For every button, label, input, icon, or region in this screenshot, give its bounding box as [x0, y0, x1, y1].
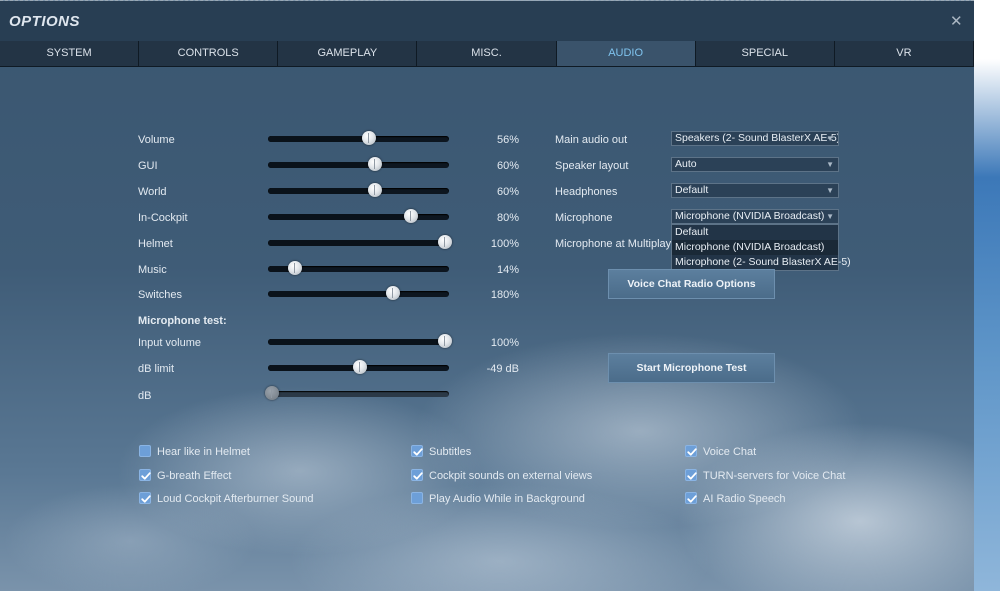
music-value: 14%: [496, 264, 519, 276]
gui-label: GUI: [138, 160, 158, 172]
tab-controls[interactable]: CONTROLS: [139, 41, 279, 66]
hear-like-in-helmet-label: Hear like in Helmet: [157, 446, 250, 458]
voice-chat-checkbox[interactable]: [685, 445, 697, 457]
mic-option-nvidia-broadcast[interactable]: Microphone (NVIDIA Broadcast): [672, 240, 838, 255]
helmet-slider-handle[interactable]: [438, 235, 453, 249]
switches-value: 180%: [490, 289, 519, 301]
turn-servers-label: TURN-servers for Voice Chat: [703, 470, 846, 482]
in-cockpit-value: 80%: [496, 212, 519, 224]
tab-system[interactable]: SYSTEM: [0, 41, 140, 66]
subtitles-checkbox[interactable]: [411, 445, 423, 457]
helmet-value: 100%: [490, 238, 519, 250]
hear-like-in-helmet-checkbox[interactable]: [139, 445, 151, 457]
cockpit-sounds-external-label: Cockpit sounds on external views: [429, 470, 593, 482]
db-meter-indicator: [264, 386, 279, 400]
in-cockpit-slider[interactable]: [268, 209, 449, 223]
options-window: OPTIONS ✕ SYSTEM CONTROLS GAMEPLAY MISC.…: [0, 0, 974, 591]
cockpit-sounds-external-checkbox[interactable]: [411, 469, 423, 481]
input-volume-slider[interactable]: [268, 334, 453, 348]
music-slider[interactable]: [268, 261, 449, 275]
voice-chat-radio-options-button[interactable]: Voice Chat Radio Options: [608, 269, 775, 299]
world-label: World: [138, 186, 167, 198]
play-audio-background-checkbox[interactable]: [411, 492, 423, 504]
play-audio-background-label: Play Audio While in Background: [429, 493, 585, 505]
switches-slider-handle[interactable]: [385, 286, 400, 300]
title-bar: OPTIONS ✕: [0, 1, 974, 41]
close-icon[interactable]: ✕: [950, 12, 963, 30]
background-desktop-strip: [974, 0, 1000, 591]
music-label: Music: [138, 264, 167, 276]
mic-test-heading: Microphone test:: [138, 315, 227, 327]
gui-slider[interactable]: [268, 157, 449, 171]
g-breath-effect-label: G-breath Effect: [157, 470, 232, 482]
microphone-multiplayer-label: Microphone at Multiplayer: [555, 238, 681, 250]
switches-label: Switches: [138, 289, 183, 301]
gui-value: 60%: [496, 160, 519, 172]
world-slider-handle[interactable]: [367, 183, 382, 197]
ai-radio-speech-label: AI Radio Speech: [703, 493, 786, 505]
chevron-down-icon: ▼: [826, 160, 834, 169]
db-meter: [264, 386, 449, 400]
mic-option-soundblaster[interactable]: Microphone (2- Sound BlasterX AE-5): [672, 255, 851, 270]
music-slider-handle[interactable]: [288, 261, 303, 275]
tab-bar: SYSTEM CONTROLS GAMEPLAY MISC. AUDIO SPE…: [0, 41, 974, 67]
db-limit-label: dB limit: [138, 363, 175, 375]
microphone-value: Microphone (NVIDIA Broadcast): [675, 210, 825, 222]
db-limit-value: -49 dB: [486, 363, 519, 375]
switches-slider[interactable]: [268, 286, 449, 300]
main-audio-out-select[interactable]: Speakers (2- Sound BlasterX AE-5) ▼: [671, 131, 839, 146]
chevron-down-icon: ▼: [826, 134, 834, 143]
volume-slider[interactable]: [268, 131, 449, 145]
in-cockpit-label: In-Cockpit: [138, 212, 188, 224]
loud-cockpit-afterburner-label: Loud Cockpit Afterburner Sound: [157, 493, 314, 505]
headphones-select[interactable]: Default ▼: [671, 183, 839, 198]
speaker-layout-select[interactable]: Auto ▼: [671, 157, 839, 172]
helmet-slider[interactable]: [268, 235, 453, 249]
db-limit-slider[interactable]: [268, 360, 449, 374]
db-label: dB: [138, 390, 152, 402]
headphones-value: Default: [675, 184, 709, 196]
input-volume-value: 100%: [490, 337, 519, 349]
tab-audio[interactable]: AUDIO: [556, 41, 696, 66]
speaker-layout-value: Auto: [675, 158, 697, 170]
main-audio-out-value: Speakers (2- Sound BlasterX AE-5): [675, 132, 839, 144]
world-slider[interactable]: [268, 183, 449, 197]
g-breath-effect-checkbox[interactable]: [139, 469, 151, 481]
tab-special[interactable]: SPECIAL: [695, 41, 835, 66]
chevron-down-icon: ▼: [826, 212, 834, 221]
start-mic-test-button[interactable]: Start Microphone Test: [608, 353, 775, 383]
tab-misc[interactable]: MISC.: [417, 41, 557, 66]
world-value: 60%: [496, 186, 519, 198]
microphone-select[interactable]: Microphone (NVIDIA Broadcast) ▼: [671, 209, 839, 224]
volume-slider-handle[interactable]: [362, 131, 377, 145]
mic-option-default[interactable]: Default: [672, 225, 838, 240]
headphones-label: Headphones: [555, 186, 618, 198]
volume-label: Volume: [138, 134, 175, 146]
microphone-label: Microphone: [555, 212, 613, 224]
turn-servers-checkbox[interactable]: [685, 469, 697, 481]
db-limit-slider-handle[interactable]: [353, 360, 368, 374]
loud-cockpit-afterburner-checkbox[interactable]: [139, 492, 151, 504]
gui-slider-handle[interactable]: [367, 157, 382, 171]
chevron-down-icon: ▼: [826, 186, 834, 195]
ai-radio-speech-checkbox[interactable]: [685, 492, 697, 504]
tab-gameplay[interactable]: GAMEPLAY: [278, 41, 418, 66]
in-cockpit-slider-handle[interactable]: [403, 209, 418, 223]
window-title: OPTIONS: [9, 13, 81, 30]
tab-vr[interactable]: VR: [834, 41, 974, 66]
subtitles-label: Subtitles: [429, 446, 472, 458]
speaker-layout-label: Speaker layout: [555, 160, 629, 172]
voice-chat-label: Voice Chat: [703, 446, 757, 458]
helmet-label: Helmet: [138, 238, 173, 250]
input-volume-slider-handle[interactable]: [438, 334, 453, 348]
main-audio-out-label: Main audio out: [555, 134, 628, 146]
microphone-dropdown-list: Default Microphone (NVIDIA Broadcast) Mi…: [671, 224, 851, 271]
volume-value: 56%: [496, 134, 519, 146]
input-volume-label: Input volume: [138, 337, 201, 349]
